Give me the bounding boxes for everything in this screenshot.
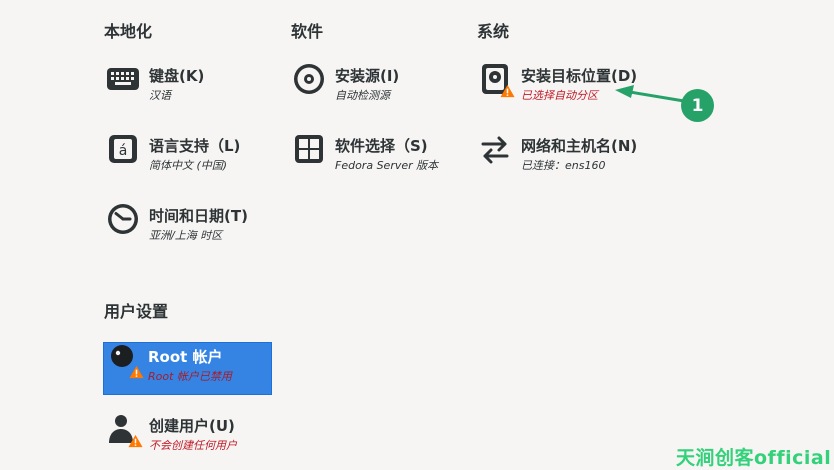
annotation-number-badge: 1 [681, 89, 714, 122]
annotation-arrow [615, 85, 686, 103]
watermark: 天涧创客official [676, 447, 832, 469]
